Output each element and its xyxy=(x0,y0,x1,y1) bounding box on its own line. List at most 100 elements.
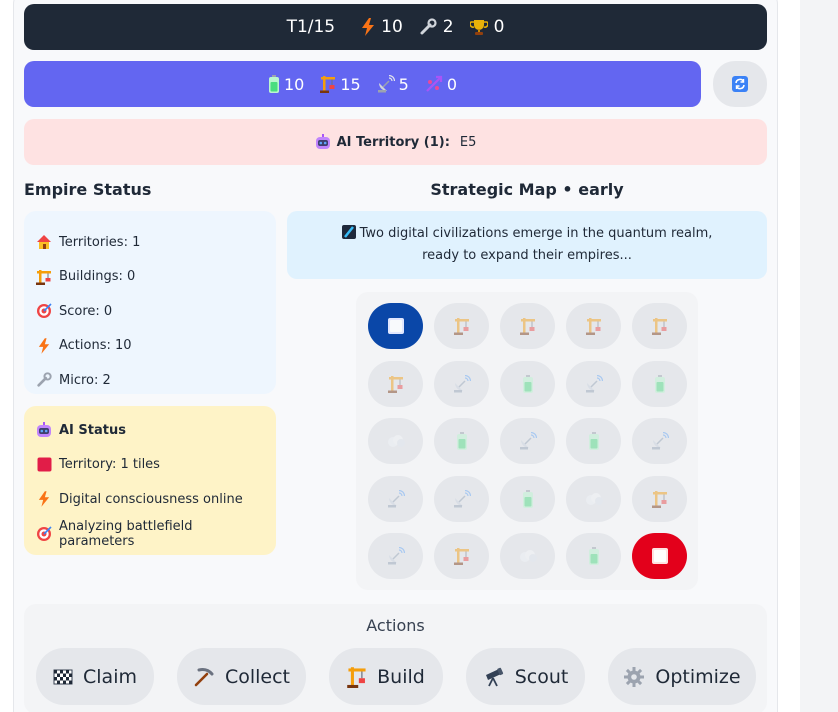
satellite-dish-icon xyxy=(453,489,471,508)
energy-count: 10 xyxy=(283,74,305,94)
actions-row: Actions: 10 xyxy=(36,329,264,364)
scout-label: Scout xyxy=(514,665,569,688)
red-square-icon xyxy=(36,457,52,473)
satellite-dish-icon xyxy=(387,547,405,565)
satellite-dish-icon xyxy=(585,374,603,393)
checkered-flag-icon xyxy=(53,667,73,687)
target-icon xyxy=(36,526,52,542)
ai-line1-row: Digital consciousness online xyxy=(36,482,264,517)
map-tile-D5[interactable] xyxy=(566,533,621,579)
map-tile-E2[interactable] xyxy=(632,360,687,407)
construction-crane-icon xyxy=(585,317,603,335)
map-tile-C3[interactable] xyxy=(500,418,555,464)
satellite-dish-icon xyxy=(453,374,471,393)
map-tile-D2[interactable] xyxy=(566,360,621,407)
construction-crane-icon xyxy=(453,547,471,565)
map-tile-E5[interactable] xyxy=(632,533,687,579)
map-tile-C2[interactable] xyxy=(500,360,555,407)
ai-status-title-row: AI Status xyxy=(36,413,264,448)
ai-status-panel: AI Status Territory: 1 tiles Digital con… xyxy=(24,406,276,555)
resource-bar: 10 15 5 0 xyxy=(24,61,701,107)
map-tile-C1[interactable] xyxy=(500,303,555,349)
map-tile-A3[interactable] xyxy=(368,418,423,464)
map-tile-B3[interactable] xyxy=(434,418,489,464)
satellite-dish-icon xyxy=(377,75,395,93)
robot-icon xyxy=(315,134,331,150)
score-text: Score: 0 xyxy=(59,303,113,319)
construction-crane-icon xyxy=(651,317,669,335)
map-tile-B5[interactable] xyxy=(434,533,489,579)
map-tile-D1[interactable] xyxy=(566,303,621,349)
trophy-icon xyxy=(469,18,488,36)
map-tile-B2[interactable] xyxy=(434,360,489,407)
claim-button[interactable]: Claim xyxy=(36,648,154,705)
map-tile-D3[interactable] xyxy=(566,418,621,464)
map-tile-A4[interactable] xyxy=(368,475,423,522)
battery-icon xyxy=(456,432,468,450)
strategic-map-grid xyxy=(356,292,698,590)
actions-count: 10 xyxy=(381,17,403,37)
ai-line2-row: Analyzing battlefield parameters xyxy=(36,517,264,552)
optimize-button[interactable]: Optimize xyxy=(608,648,756,705)
ai-base-icon xyxy=(651,547,669,565)
map-tile-C4[interactable] xyxy=(500,475,555,522)
optimize-label: Optimize xyxy=(655,665,741,688)
territories-row: Territories: 1 xyxy=(36,225,264,260)
map-tile-D4[interactable] xyxy=(566,475,621,522)
ai-line2-text: Analyzing battlefield parameters xyxy=(59,518,193,549)
window-edge xyxy=(800,0,838,712)
score-row: Score: 0 xyxy=(36,294,264,329)
satellites-count: 5 xyxy=(398,74,409,94)
target-icon xyxy=(36,303,52,319)
ai-territory-banner: AI Territory (1): E5 xyxy=(24,119,767,165)
refresh-icon xyxy=(732,76,748,92)
pickaxe-icon xyxy=(193,666,215,688)
satellite-dish-icon xyxy=(651,432,669,450)
map-tile-C5[interactable] xyxy=(500,533,555,579)
ai-territory-tiles: E5 xyxy=(459,134,477,150)
scout-button[interactable]: Scout xyxy=(466,648,585,705)
collect-label: Collect xyxy=(224,665,291,688)
map-tile-B4[interactable] xyxy=(434,475,489,522)
story-message: Two digital civilizations emerge in the … xyxy=(287,211,767,279)
collect-button[interactable]: Collect xyxy=(177,648,306,705)
buildings-row: Buildings: 0 xyxy=(36,260,264,295)
cloud-icon xyxy=(386,433,406,449)
buildings-text: Buildings: 0 xyxy=(59,269,136,285)
battery-icon xyxy=(588,547,600,565)
build-label: Build xyxy=(377,665,425,688)
strategic-map-heading: Strategic Map • early xyxy=(430,180,624,199)
ai-status-title: AI Status xyxy=(59,422,126,438)
turn-counter: T1/15 xyxy=(286,17,336,37)
empire-status-panel: Territories: 1 Buildings: 0 Score: 0 Act… xyxy=(24,211,276,394)
refresh-button[interactable] xyxy=(713,61,767,107)
build-button[interactable]: Build xyxy=(329,648,443,705)
satellite-dish-icon xyxy=(387,489,405,508)
notebook-icon xyxy=(341,225,356,239)
battery-icon xyxy=(588,432,600,450)
actions-text: Actions: 10 xyxy=(59,338,132,354)
buildings-count: 15 xyxy=(340,74,361,94)
wrench-icon xyxy=(36,372,52,388)
map-tile-E4[interactable] xyxy=(632,475,687,522)
map-tile-A5[interactable] xyxy=(368,533,423,579)
lightning-icon xyxy=(361,18,375,36)
construction-crane-icon xyxy=(347,666,367,688)
links-count: 0 xyxy=(446,74,458,94)
battery-icon xyxy=(522,489,534,508)
map-tile-E1[interactable] xyxy=(632,303,687,349)
map-tile-B1[interactable] xyxy=(434,303,489,349)
empire-status-heading: Empire Status xyxy=(24,180,152,199)
gear-icon xyxy=(623,666,645,688)
map-tile-A2[interactable] xyxy=(368,360,423,407)
map-tile-A1[interactable] xyxy=(368,303,423,349)
cloud-icon xyxy=(518,548,538,564)
micro-row: Micro: 2 xyxy=(36,363,264,398)
micro-count: 2 xyxy=(442,17,454,37)
map-tile-E3[interactable] xyxy=(632,418,687,464)
player-base-icon xyxy=(387,317,405,335)
ai-territory-label: AI Territory (1): xyxy=(336,134,450,150)
ai-territory-text: Territory: 1 tiles xyxy=(59,457,160,473)
lightning-icon xyxy=(36,338,52,354)
construction-crane-icon xyxy=(453,317,471,335)
